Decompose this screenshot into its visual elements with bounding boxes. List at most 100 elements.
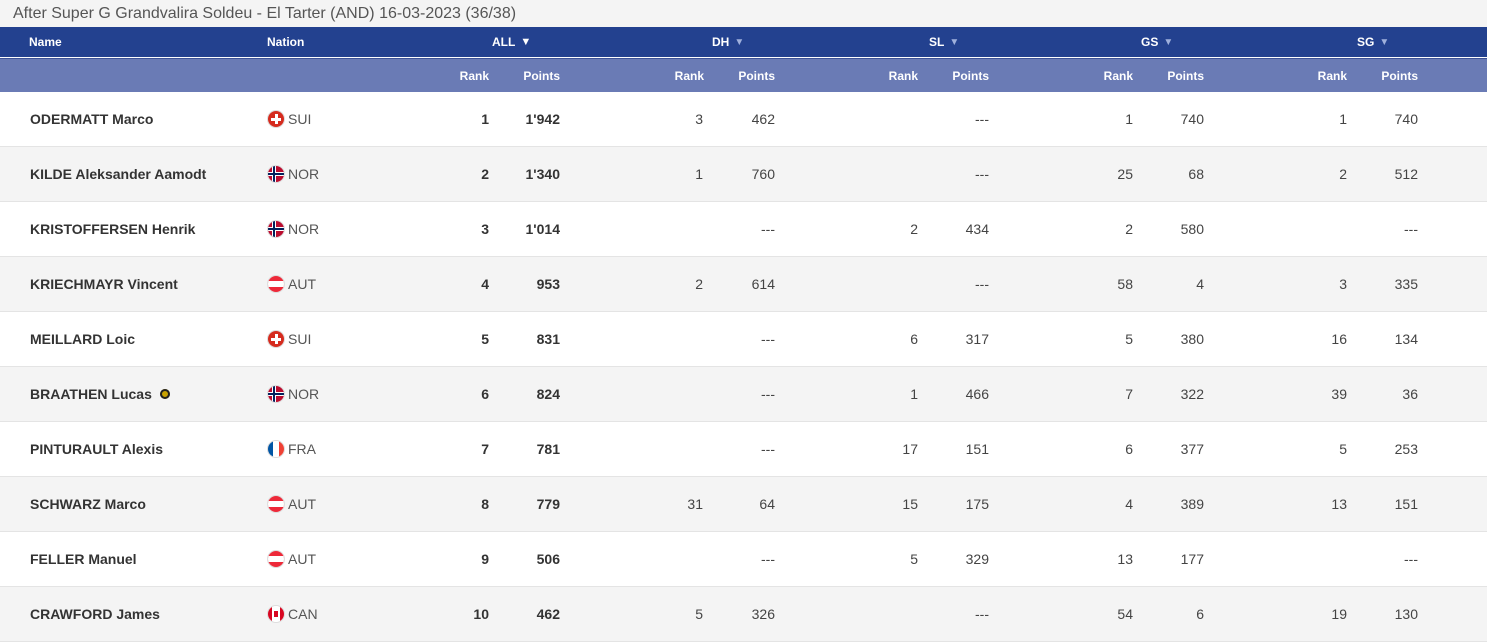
- nation-code: AUT: [288, 551, 316, 567]
- gs-points-cell: 380: [1180, 331, 1204, 347]
- dh-points-cell: ---: [761, 386, 775, 402]
- sg-points-cell: 151: [1394, 496, 1418, 512]
- header-gs-points: Points: [1167, 68, 1204, 83]
- flag-icon: [268, 166, 284, 182]
- header-dh-label: DH: [712, 35, 730, 49]
- athlete-name-cell: FELLER Manuel: [30, 532, 137, 586]
- nation-code: FRA: [288, 441, 316, 457]
- gs-rank-cell: 6: [1125, 441, 1133, 457]
- header-sl[interactable]: SL ▼: [929, 27, 959, 57]
- nation-code: AUT: [288, 496, 316, 512]
- table-row[interactable]: MEILLARD Loic SUI 5 831 --- 6 317 5 380 16 134: [0, 312, 1487, 367]
- header-name[interactable]: Name: [29, 27, 62, 57]
- table-row[interactable]: BRAATHEN Lucas NOR 6 824 --- 1 466 7 322 39 36: [0, 367, 1487, 422]
- sg-rank-cell: 39: [1331, 386, 1347, 402]
- sg-rank-cell: 2: [1339, 166, 1347, 182]
- dh-rank-cell: 5: [695, 606, 703, 622]
- nation-cell: NOR: [268, 367, 319, 421]
- sl-points-cell: 151: [965, 441, 989, 457]
- sg-rank-cell: 1: [1339, 111, 1347, 127]
- table-row[interactable]: SCHWARZ Marco AUT 8 779 31 64 15 175 4 389 13 151: [0, 477, 1487, 532]
- gs-rank-cell: 2: [1125, 221, 1133, 237]
- nation-cell: AUT: [268, 532, 316, 586]
- athlete-name[interactable]: MEILLARD Loic: [30, 331, 135, 347]
- sg-points-cell: ---: [1404, 551, 1418, 567]
- sl-rank-cell: 15: [902, 496, 918, 512]
- sg-rank-cell: [1287, 202, 1347, 256]
- sl-rank-cell: 6: [910, 331, 918, 347]
- flag-icon: [268, 331, 284, 347]
- table-row[interactable]: FELLER Manuel AUT 9 506 --- 5 329 13 177 ---: [0, 532, 1487, 587]
- gs-points-cell: 377: [1180, 441, 1204, 457]
- all-points-cell: 824: [536, 386, 560, 402]
- athlete-name[interactable]: BRAATHEN Lucas: [30, 386, 152, 402]
- trophy-icon: [159, 389, 170, 399]
- sg-points-cell: 740: [1394, 111, 1418, 127]
- athlete-name[interactable]: PINTURAULT Alexis: [30, 441, 163, 457]
- dh-points-cell: ---: [761, 331, 775, 347]
- header-sg[interactable]: SG ▼: [1357, 27, 1389, 57]
- dh-rank-cell: [644, 422, 703, 476]
- dh-points-cell: 64: [759, 496, 775, 512]
- sg-rank-cell: 3: [1339, 276, 1347, 292]
- athlete-name-cell: SCHWARZ Marco: [30, 477, 146, 531]
- table-row[interactable]: CRAWFORD James CAN 10 462 5 326 --- 54 6 19 130: [0, 587, 1487, 642]
- nation-cell: NOR: [268, 147, 319, 201]
- gs-points-cell: 177: [1180, 551, 1204, 567]
- table-row[interactable]: PINTURAULT Alexis FRA 7 781 --- 17 151 6 377 5 253: [0, 422, 1487, 477]
- sg-points-cell: 335: [1394, 276, 1418, 292]
- all-rank-cell: 6: [481, 386, 489, 402]
- dh-points-cell: 326: [751, 606, 775, 622]
- athlete-name[interactable]: SCHWARZ Marco: [30, 496, 146, 512]
- gs-rank-cell: 13: [1117, 551, 1133, 567]
- flag-icon: [268, 496, 284, 512]
- sg-points-cell: 130: [1394, 606, 1418, 622]
- sl-rank-cell: [858, 587, 918, 641]
- table-row[interactable]: KRIECHMAYR Vincent AUT 4 953 2 614 --- 58 4 3 335: [0, 257, 1487, 312]
- athlete-name[interactable]: KRISTOFFERSEN Henrik: [30, 221, 195, 237]
- nation-cell: SUI: [268, 92, 311, 146]
- sg-rank-cell: 16: [1331, 331, 1347, 347]
- all-rank-cell: 1: [481, 111, 489, 127]
- sl-rank-cell: [858, 92, 918, 146]
- header-dh[interactable]: DH ▼: [712, 27, 744, 57]
- all-points-cell: 1'340: [525, 166, 560, 182]
- sg-rank-cell: 13: [1331, 496, 1347, 512]
- athlete-name[interactable]: KILDE Aleksander Aamodt: [30, 166, 206, 182]
- header-all-rank: Rank: [459, 68, 489, 83]
- dh-rank-cell: 31: [687, 496, 703, 512]
- sg-rank-cell: [1287, 532, 1347, 586]
- header-dh-points: Points: [738, 68, 775, 83]
- athlete-name-cell: KRISTOFFERSEN Henrik: [30, 202, 195, 256]
- header-sl-rank: Rank: [888, 68, 918, 83]
- athlete-name[interactable]: FELLER Manuel: [30, 551, 137, 567]
- dh-rank-cell: 3: [695, 111, 703, 127]
- dh-points-cell: ---: [761, 221, 775, 237]
- nation-cell: FRA: [268, 422, 316, 476]
- header-sl-points: Points: [952, 68, 989, 83]
- all-rank-cell: 5: [481, 331, 489, 347]
- athlete-name[interactable]: CRAWFORD James: [30, 606, 160, 622]
- sg-rank-cell: 19: [1331, 606, 1347, 622]
- nation-cell: AUT: [268, 257, 316, 311]
- all-rank-cell: 8: [481, 496, 489, 512]
- sl-rank-cell: [858, 147, 918, 201]
- nation-code: AUT: [288, 276, 316, 292]
- table-row[interactable]: ODERMATT Marco SUI 1 1'942 3 462 --- 1 740 1 740: [0, 92, 1487, 147]
- athlete-name[interactable]: ODERMATT Marco: [30, 111, 153, 127]
- all-points-cell: 506: [536, 551, 560, 567]
- sl-points-cell: 317: [965, 331, 989, 347]
- header-all[interactable]: ALL ▼: [492, 27, 531, 57]
- header-all-points: Points: [523, 68, 560, 83]
- sg-points-cell: 134: [1394, 331, 1418, 347]
- header-sg-rank: Rank: [1317, 68, 1347, 83]
- athlete-name[interactable]: KRIECHMAYR Vincent: [30, 276, 178, 292]
- header-gs[interactable]: GS ▼: [1141, 27, 1173, 57]
- header-nation[interactable]: Nation: [267, 27, 304, 57]
- sg-points-cell: 512: [1394, 166, 1418, 182]
- all-points-cell: 953: [536, 276, 560, 292]
- table-header-sub: Rank Points Rank Points Rank Points Rank…: [0, 58, 1487, 92]
- table-row[interactable]: KILDE Aleksander Aamodt NOR 2 1'340 1 760 --- 2…: [0, 147, 1487, 202]
- nation-cell: CAN: [268, 587, 318, 641]
- table-row[interactable]: KRISTOFFERSEN Henrik NOR 3 1'014 --- 2 434 2 580…: [0, 202, 1487, 257]
